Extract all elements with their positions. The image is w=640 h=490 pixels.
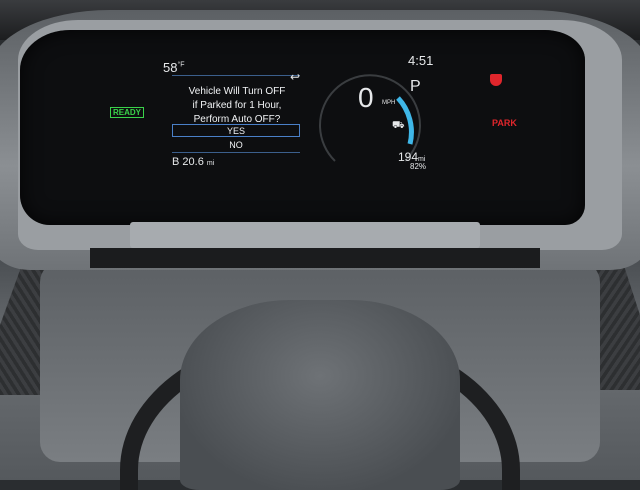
return-icon[interactable]: ↩ <box>290 70 300 84</box>
cluster-lower-trim <box>130 222 480 248</box>
speed-unit: MPH <box>382 100 396 106</box>
dialog-divider-top <box>172 75 300 76</box>
trip-odometer: B 20.6 mi <box>172 156 215 168</box>
park-indicator: PARK <box>492 118 517 128</box>
yes-button[interactable]: YES <box>172 124 300 137</box>
parking-brake-icon <box>490 74 502 86</box>
dialog-line-1: Vehicle Will Turn OFF <box>188 86 286 97</box>
speed-value: 0 <box>358 82 374 113</box>
battery-percent: 82% <box>410 162 427 171</box>
dialog-divider-bottom <box>172 152 300 153</box>
dialog-line-2: if Parked for 1 Hour, <box>192 100 282 111</box>
outside-temperature: 58°F <box>163 60 185 75</box>
no-button[interactable]: NO <box>172 139 300 152</box>
gear-indicator: P <box>410 78 421 95</box>
clock: 4:51 <box>408 53 434 68</box>
steering-wheel-hub <box>180 300 460 490</box>
ready-indicator: READY <box>110 107 145 118</box>
cluster-shadow <box>90 248 540 268</box>
driver-assist-icon: ⛟ <box>392 120 405 131</box>
